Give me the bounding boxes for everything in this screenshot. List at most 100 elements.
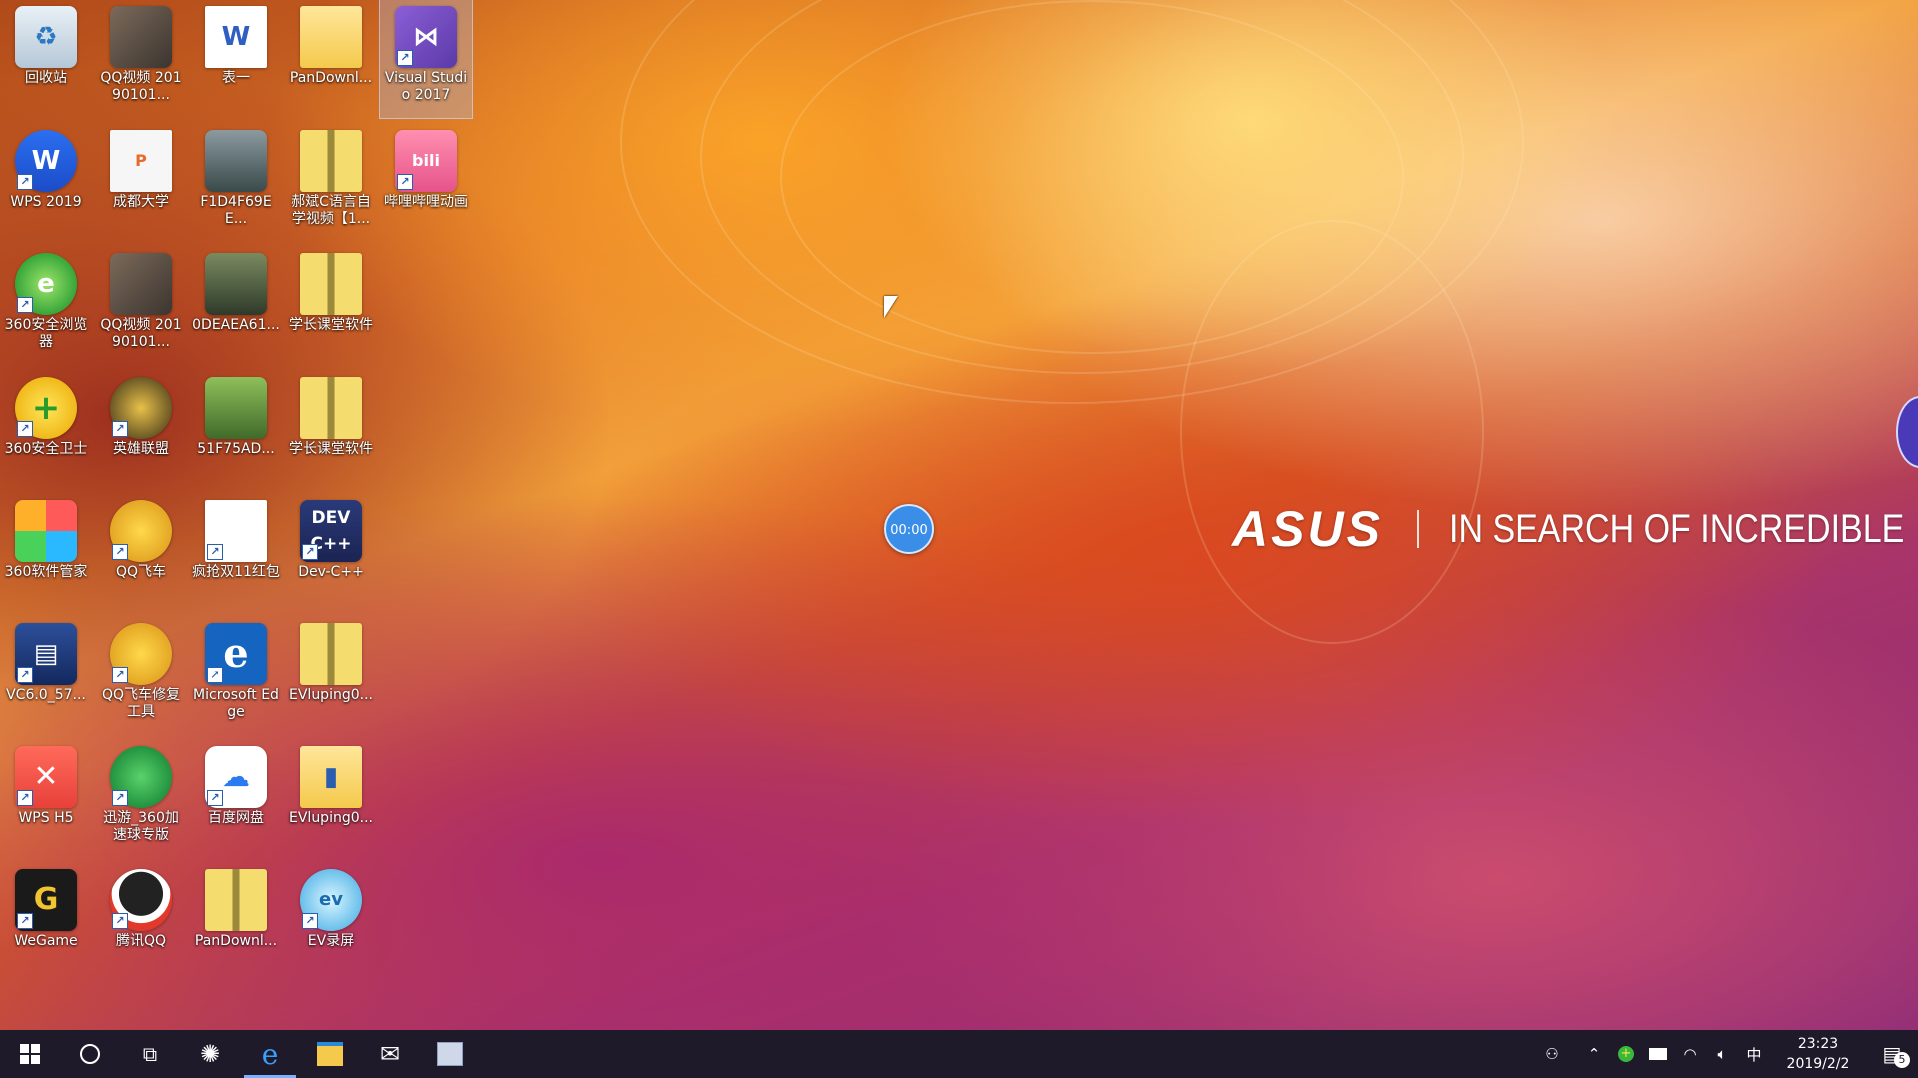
shortcut-arrow-icon: ↗: [17, 174, 33, 190]
shortcut-arrow-icon: ↗: [112, 421, 128, 437]
desktop-icon-label: EV录屏: [307, 933, 355, 949]
desktop-icon-label: EVluping0...: [289, 687, 373, 703]
tray-battery[interactable]: [1642, 1030, 1674, 1078]
desktop-icon-recycle-bin[interactable]: ♻ 回收站: [0, 0, 92, 118]
desktop-icon-360-software-manager[interactable]: 360软件管家: [0, 494, 92, 612]
tray-volume[interactable]: 🔈︎: [1706, 1030, 1738, 1078]
wps-h5-icon: ✕ ↗: [15, 746, 77, 808]
desktop-icon-label: 表一: [222, 70, 250, 86]
window-app-icon: [437, 1042, 463, 1066]
cortana-search-button[interactable]: [60, 1030, 120, 1078]
qq-speed-icon: ↗: [110, 500, 172, 562]
photo-thumbnail-icon: [205, 377, 267, 439]
start-button[interactable]: [0, 1030, 60, 1078]
presentation-file-icon: P: [110, 130, 172, 192]
desktop-icon-vc6[interactable]: ▤ ↗ VC6.0_57...: [0, 617, 92, 735]
desktop-icon-league-of-legends[interactable]: ↗ 英雄联盟: [95, 371, 187, 489]
desktop-icon-label: 回收站: [25, 70, 67, 86]
zip-archive-icon: [300, 130, 362, 192]
photo-thumbnail-icon: [205, 253, 267, 315]
desktop-icon-label: 360安全浏览器: [4, 317, 88, 350]
pinwheel-icon: ✺: [199, 1040, 221, 1068]
desktop-icon-label: 学长课堂软件: [289, 441, 373, 457]
desktop-icon-xuezhang-software-1[interactable]: 学长课堂软件: [285, 247, 377, 365]
taskbar-app-edge[interactable]: e: [240, 1030, 300, 1078]
tray-ime[interactable]: 中: [1738, 1030, 1770, 1078]
desktop-icon-xuezhang-software-2[interactable]: 学长课堂软件: [285, 371, 377, 489]
desktop-icon-microsoft-edge[interactable]: e ↗ Microsoft Edge: [190, 617, 282, 735]
desktop-icon-photo-51f75[interactable]: 51F75AD...: [190, 371, 282, 489]
desktop-icon-qq-speed-repair[interactable]: ↗ QQ飞车修复工具: [95, 617, 187, 735]
clock-time: 23:23: [1797, 1036, 1839, 1052]
action-center-button[interactable]: ▤ 5: [1866, 1030, 1918, 1078]
desktop-icon-qq-video-2[interactable]: QQ视频 20190101...: [95, 247, 187, 365]
shortcut-arrow-icon: ↗: [17, 913, 33, 929]
desktop-icon-label: EVluping0...: [289, 810, 373, 826]
taskbar-app-mail[interactable]: ✉: [360, 1030, 420, 1078]
desktop-icon-dev-cpp[interactable]: DEV C++ ↗ Dev-C++: [285, 494, 377, 612]
wifi-icon: ◠: [1683, 1045, 1697, 1063]
desktop-icon-evluping-folder[interactable]: ▮ EVluping0...: [285, 740, 377, 858]
floating-side-widget[interactable]: [1896, 396, 1918, 468]
desktop-icon-360-guard[interactable]: + ↗ 360安全卫士: [0, 371, 92, 489]
desktop-icon-wps-2019[interactable]: W ↗ WPS 2019: [0, 124, 92, 242]
shortcut-arrow-icon: ↗: [112, 790, 128, 806]
desktop-icon-pandownload-zip[interactable]: PanDownl...: [190, 863, 282, 981]
folder-icon: [300, 6, 362, 68]
tray-clock[interactable]: 23:23 2019/2/2: [1770, 1030, 1866, 1078]
zip-archive-icon: [300, 623, 362, 685]
mail-icon: ✉: [379, 1040, 401, 1068]
baidu-netdisk-icon: ☁ ↗: [205, 746, 267, 808]
desktop-icon-label: PanDownl...: [289, 70, 373, 86]
desktop-icon-wegame[interactable]: G ↗ WeGame: [0, 863, 92, 981]
taskbar-app-window[interactable]: [420, 1030, 480, 1078]
tray-360-guard[interactable]: +: [1610, 1030, 1642, 1078]
clock-date: 2019/2/2: [1786, 1056, 1850, 1072]
desktop-wallpaper[interactable]: ♻ 回收站 W ↗ WPS 2019 e ↗ 360安全浏览器 + ↗ 360安全卫士…: [0, 0, 1918, 1030]
tray-people[interactable]: ⚇: [1536, 1030, 1568, 1078]
taskbar-app-pinwheel[interactable]: ✺: [180, 1030, 240, 1078]
word-document-icon: W: [205, 6, 267, 68]
zip-archive-icon: [300, 253, 362, 315]
taskbar-app-file-explorer[interactable]: [300, 1030, 360, 1078]
desktop-icon-label: 学长课堂软件: [289, 317, 373, 333]
desktop-icon-label: QQ视频 20190101...: [100, 317, 182, 350]
desktop-icon-photo-f1d4[interactable]: F1D4F69EE...: [190, 124, 282, 242]
desktop-icon-chengdu-university[interactable]: P 成都大学: [95, 124, 187, 242]
desktop-icon-evluping-zip[interactable]: EVluping0...: [285, 617, 377, 735]
desktop-icon-360-browser[interactable]: e ↗ 360安全浏览器: [0, 247, 92, 365]
360-guard-tray-icon: +: [1618, 1046, 1634, 1062]
windows-logo-icon: [20, 1044, 40, 1064]
desktop-icon-label: 360软件管家: [4, 564, 88, 580]
tray-wifi[interactable]: ◠: [1674, 1030, 1706, 1078]
desktop-icon-wps-h5[interactable]: ✕ ↗ WPS H5: [0, 740, 92, 858]
desktop-icon-ev-recorder[interactable]: ev ↗ EV录屏: [285, 863, 377, 981]
desktop-icon-qq-video-1[interactable]: QQ视频 20190101...: [95, 0, 187, 118]
wallpaper-swirl: [1180, 220, 1484, 644]
desktop-icon-label: QQ视频 20190101...: [100, 70, 182, 103]
desktop-icon-label: 迅游_360加速球专版: [103, 810, 179, 843]
dev-cpp-icon: DEV C++ ↗: [300, 500, 362, 562]
video-thumbnail-icon: [110, 6, 172, 68]
desktop-icon-label: Dev-C++: [298, 564, 364, 580]
desktop-icon-bilibili[interactable]: bili ↗ 哔哩哔哩动画: [380, 124, 472, 242]
desktop-icon-pandownload-folder[interactable]: PanDownl...: [285, 0, 377, 118]
tray-overflow[interactable]: ⌃: [1578, 1030, 1610, 1078]
asus-branding: ASUS IN SEARCH OF INCREDIBLE: [1232, 500, 1918, 558]
desktop-icon-qq-speed[interactable]: ↗ QQ飞车: [95, 494, 187, 612]
desktop-icon-label: WPS H5: [18, 810, 74, 826]
desktop-icon-xunyou[interactable]: ↗ 迅游_360加速球专版: [95, 740, 187, 858]
recording-timer-bubble[interactable]: 00:00: [884, 504, 934, 554]
desktop-icon-baidu-netdisk[interactable]: ☁ ↗ 百度网盘: [190, 740, 282, 858]
desktop-icon-visual-studio-2017[interactable]: ⋈ ↗ Visual Studio 2017: [379, 0, 473, 119]
desktop-icon-photo-0deaea[interactable]: 0DEAEA61...: [190, 247, 282, 365]
desktop-icon-red-packet[interactable]: ↗ 疯抢双11红包: [190, 494, 282, 612]
desktop-icon-label: 51F75AD...: [197, 441, 275, 457]
task-view-button[interactable]: ⧉: [120, 1030, 180, 1078]
desktop-icon-label: QQ飞车修复工具: [101, 687, 181, 720]
desktop-icon-haobin-c-videos[interactable]: 郝斌C语言自学视频【1...: [285, 124, 377, 242]
desktop-icon-label: 疯抢双11红包: [192, 564, 280, 580]
desktop-icon-tencent-qq[interactable]: ↗ 腾讯QQ: [95, 863, 187, 981]
desktop-icon-table-one[interactable]: W 表一: [190, 0, 282, 118]
zip-archive-icon: [205, 869, 267, 931]
